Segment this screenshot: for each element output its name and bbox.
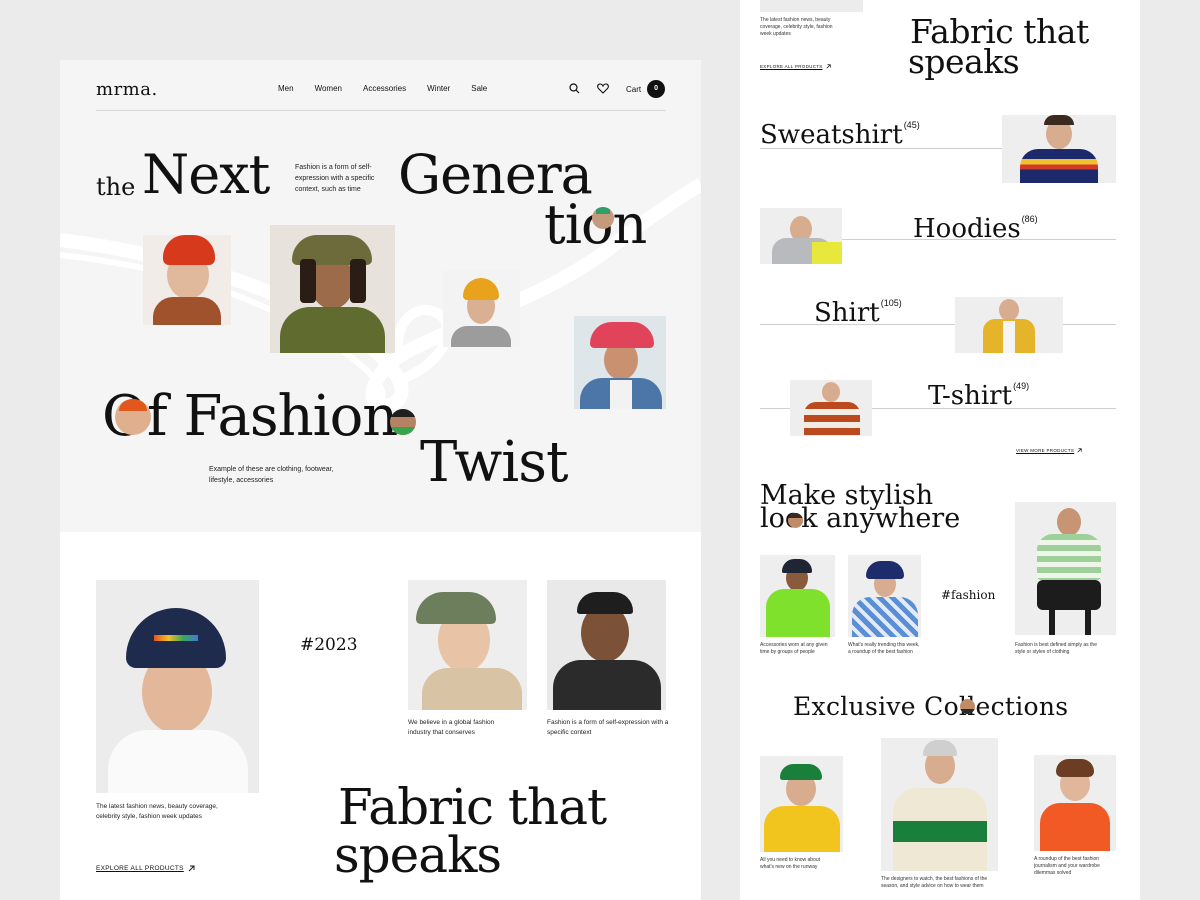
category-hoodies-name: Hoodies [913,214,1021,244]
left-panel: mrma. Men Women Accessories Winter Sale … [60,60,701,900]
photo-blue-bucket[interactable] [848,555,921,637]
photo-orange-tee[interactable] [1034,755,1116,851]
arrow-up-right-icon [1077,448,1082,453]
photo-green-cap[interactable] [408,580,527,710]
top-photo-fragment[interactable] [760,0,863,12]
view-more-label: VIEW MORE PRODUCTS [1016,448,1075,453]
tag-2023: #2023 [300,635,358,655]
caption-black-beanie: Fashion is a form of self-expression wit… [547,719,669,736]
photo-shirt[interactable] [955,297,1063,353]
category-hoodies-count: (86) [1021,214,1038,224]
category-tshirt-count: (49) [1013,381,1030,391]
cart-button[interactable]: Cart 0 [626,80,666,98]
hashtag-fashion: #fashion [941,588,996,602]
cart-label: Cart [626,84,642,94]
photo-green-jacket[interactable] [760,555,835,637]
photo-hoodie[interactable] [760,208,842,264]
hero-twist: Twist [420,430,568,495]
category-sweatshirt[interactable]: Sweatshirt(45) [760,120,920,150]
exclusive-title: Exclusive Collections [793,692,1069,721]
right-explore-link[interactable]: EXPLORE ALL PRODUCTS [760,64,831,69]
explore-products-label: EXPLORE ALL PRODUCTS [96,865,184,872]
right-explore-label: EXPLORE ALL PRODUCTS [760,64,823,69]
hero-inline-avatar [592,207,614,229]
category-sweatshirt-name: Sweatshirt [760,120,903,150]
arrow-up-right-icon [826,64,831,69]
hero-inline-avatar-o2 [390,409,416,435]
category-shirt-name: Shirt [814,298,880,328]
category-shirt[interactable]: Shirt(105) [814,298,902,328]
photo-tshirt[interactable] [790,380,872,436]
hero-photo-yellow-beanie[interactable] [443,270,520,347]
right-fabric-line2: speaks [908,42,1020,81]
exclusive-caption-3: A roundup of the best fashion journalism… [1034,856,1100,876]
hero-blurb: Fashion is a form of self-expression wit… [295,164,375,193]
arrow-up-right-icon [188,865,195,872]
category-sweatshirt-count: (45) [903,120,920,130]
exclusive-inline-avatar [960,699,975,714]
fabric-line2: speaks [334,826,502,884]
explore-products-link[interactable]: EXPLORE ALL PRODUCTS [96,865,195,872]
cart-count-badge: 0 [647,80,666,98]
right-panel: The latest fashion news, beauty coverage… [740,0,1140,900]
hero-photo-red-bucket[interactable] [574,316,666,409]
exclusive-caption-1: All you need to know about what's new on… [760,857,821,870]
stylish-caption-1: Accessories worn at any given time by gr… [760,642,828,655]
nav-women[interactable]: Women [315,84,342,93]
hero-inline-avatar-o [115,399,151,435]
hero-next: Next [142,143,270,206]
photo-navy-cap[interactable] [96,580,259,793]
caption-green-cap: We believe in a global fashion industry … [408,719,495,736]
main-nav: Men Women Accessories Winter Sale [278,84,487,93]
top-caption: The latest fashion news, beauty coverage… [760,17,833,37]
photo-black-beanie[interactable] [547,580,666,710]
hero-photo-red-beanie[interactable] [143,235,231,325]
search-icon[interactable] [569,83,580,94]
view-more-link[interactable]: VIEW MORE PRODUCTS [1016,448,1082,453]
photo-striped-tee[interactable] [1015,502,1116,635]
category-tshirt[interactable]: T-shirt(49) [928,381,1029,411]
stylish-caption-3: Fashion is best defined simply as the st… [1015,642,1097,655]
nav-accessories[interactable]: Accessories [363,84,406,93]
stylish-caption-2: What's really trending this week, a roun… [848,642,920,655]
photo-sweatshirt[interactable] [1002,115,1116,183]
nav-sale[interactable]: Sale [471,84,487,93]
nav-winter[interactable]: Winter [427,84,450,93]
brand-logo[interactable]: mrma. [96,79,158,100]
hero-photo-bucket-hat[interactable] [270,225,395,353]
heart-icon[interactable] [597,83,609,94]
category-shirt-count: (105) [880,298,902,308]
category-hoodies[interactable]: Hoodies(86) [913,214,1038,244]
hero-example-text: Example of these are clothing, footwear,… [209,466,334,484]
nav-men[interactable]: Men [278,84,294,93]
exclusive-caption-2: The designers to watch, the best fashion… [881,876,988,889]
category-tshirt-name: T-shirt [928,381,1013,411]
photo-rugby-shirt[interactable] [881,738,998,871]
hero-the: the [96,173,136,201]
photo-green-cap-yellow[interactable] [760,756,843,852]
header-divider [96,110,666,111]
stylish-inline-avatar [788,513,803,528]
section2-left-caption: The latest fashion news, beauty coverage… [96,803,218,820]
